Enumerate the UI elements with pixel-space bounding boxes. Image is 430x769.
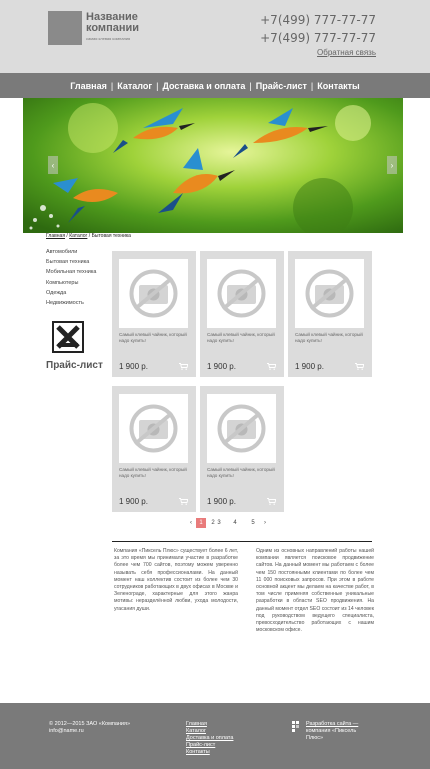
- category-item[interactable]: Одежда: [46, 288, 96, 298]
- hero-image: [23, 98, 403, 233]
- footer-link-delivery[interactable]: Доставка и оплата: [186, 735, 233, 742]
- page-1[interactable]: 1: [196, 518, 206, 528]
- seo-description: Одним из основных направлений работы наш…: [256, 548, 374, 634]
- nav-item-home[interactable]: Главная: [70, 81, 107, 91]
- footer-email[interactable]: info@name.ru: [49, 728, 130, 735]
- breadcrumb-item[interactable]: Главная: [46, 233, 65, 239]
- product-price: 1 900 р.: [119, 362, 148, 371]
- company-name: Название компании: [86, 11, 140, 34]
- nav-separator: |: [310, 80, 314, 91]
- pagination-next[interactable]: ›: [260, 520, 270, 526]
- page-5[interactable]: 5: [248, 518, 258, 528]
- footer-copyright: © 2012—2015 ЗАО «Компания» info@name.ru: [49, 721, 130, 735]
- product-card[interactable]: Самый клевый чайник, который надо купить…: [200, 386, 284, 512]
- footer-link-contacts[interactable]: Контакты: [186, 749, 233, 756]
- cart-icon[interactable]: [179, 363, 188, 370]
- phone-number: +7(499) 777-77-77: [260, 13, 376, 27]
- nav-separator: |: [156, 80, 159, 91]
- footer: © 2012—2015 ЗАО «Компания» info@name.ru …: [0, 703, 430, 769]
- footer-link-home[interactable]: Главная: [186, 721, 233, 728]
- category-item[interactable]: Компьютеры: [46, 278, 96, 288]
- product-card[interactable]: Самый клевый чайник, который надо купить…: [112, 251, 196, 377]
- product-price: 1 900 р.: [119, 497, 148, 506]
- breadcrumb-current: Бытовая техника: [91, 233, 131, 239]
- cart-icon[interactable]: [267, 498, 276, 505]
- main-nav: Главная | Каталог | Доставка и оплата | …: [0, 73, 430, 98]
- pagination: ‹ 1 2 3 4 5 ›: [186, 518, 270, 528]
- placeholder-image-icon: [207, 259, 276, 328]
- product-card[interactable]: Самый клевый чайник, который надо купить…: [112, 386, 196, 512]
- placeholder-image-icon: [295, 259, 364, 328]
- cart-icon[interactable]: [355, 363, 364, 370]
- cart-icon[interactable]: [179, 498, 188, 505]
- nav-item-contacts[interactable]: Контакты: [317, 81, 359, 91]
- category-item[interactable]: Недвижимость: [46, 298, 96, 308]
- page-3[interactable]: 3: [214, 518, 224, 528]
- breadcrumb-item[interactable]: Каталог: [69, 233, 87, 239]
- excel-icon[interactable]: [52, 321, 84, 353]
- hero-slider: ‹ ›: [23, 98, 403, 233]
- nav-separator: |: [110, 80, 114, 91]
- phone-number: +7(499) 777-77-77: [260, 31, 376, 45]
- breadcrumb: Главная / Каталог / Бытовая техника: [46, 233, 131, 239]
- product-name[interactable]: Самый клевый чайник, который надо купить…: [207, 332, 277, 344]
- category-item[interactable]: Бытовая техника: [46, 257, 96, 267]
- category-item[interactable]: Мобильная техника: [46, 267, 96, 277]
- slider-next-button[interactable]: ›: [387, 156, 397, 174]
- category-item[interactable]: Автомобили: [46, 247, 96, 257]
- nav-item-delivery[interactable]: Доставка и оплата: [162, 81, 245, 91]
- pricelist-link[interactable]: Прайс-лист: [46, 360, 103, 371]
- slider-prev-button[interactable]: ‹: [48, 156, 58, 174]
- page-4[interactable]: 4: [230, 518, 240, 528]
- footer-links: Главная Каталог Доставка и оплата Прайс-…: [186, 721, 233, 756]
- product-name[interactable]: Самый клевый чайник, который надо купить…: [119, 467, 189, 479]
- product-name[interactable]: Самый клевый чайник, который надо купить…: [119, 332, 189, 344]
- placeholder-image-icon: [207, 394, 276, 463]
- nav-item-pricelist[interactable]: Прайс-лист: [256, 81, 307, 91]
- logo[interactable]: [48, 11, 82, 45]
- pagination-prev[interactable]: ‹: [186, 520, 196, 526]
- product-card[interactable]: Самый клевый чайник, который надо купить…: [288, 251, 372, 377]
- developer-name: компания «Пиксель Плюс»: [306, 728, 357, 741]
- header: Название компании самая клевая компания …: [0, 0, 430, 73]
- placeholder-image-icon: [119, 259, 188, 328]
- product-card[interactable]: Самый клевый чайник, который надо купить…: [200, 251, 284, 377]
- product-price: 1 900 р.: [295, 362, 324, 371]
- category-list: Автомобили Бытовая техника Мобильная тех…: [46, 247, 96, 308]
- breadcrumb-separator: /: [66, 233, 68, 239]
- developer-credit: Разработка сайта — компания «Пиксель Плю…: [306, 721, 374, 742]
- feedback-link[interactable]: Обратная связь: [317, 48, 376, 57]
- developer-logo-icon: [292, 721, 299, 732]
- nav-separator: |: [249, 80, 252, 91]
- product-name[interactable]: Самый клевый чайник, который надо купить…: [207, 467, 277, 479]
- developer-link[interactable]: Разработка сайта —: [306, 721, 374, 728]
- nav-item-catalog[interactable]: Каталог: [117, 81, 152, 91]
- breadcrumb-separator: /: [88, 233, 91, 239]
- product-price: 1 900 р.: [207, 362, 236, 371]
- copyright-text: © 2012—2015 ЗАО «Компания»: [49, 721, 131, 727]
- product-price: 1 900 р.: [207, 497, 236, 506]
- divider: [112, 541, 372, 542]
- company-slogan: самая клевая компания: [86, 36, 131, 41]
- footer-link-pricelist[interactable]: Прайс-лист: [186, 742, 233, 749]
- product-name[interactable]: Самый клевый чайник, который надо купить…: [295, 332, 365, 344]
- placeholder-image-icon: [119, 394, 188, 463]
- cart-icon[interactable]: [267, 363, 276, 370]
- company-description: Компания «Пиксель Плюс» существует более…: [114, 548, 238, 612]
- footer-link-catalog[interactable]: Каталог: [186, 728, 233, 735]
